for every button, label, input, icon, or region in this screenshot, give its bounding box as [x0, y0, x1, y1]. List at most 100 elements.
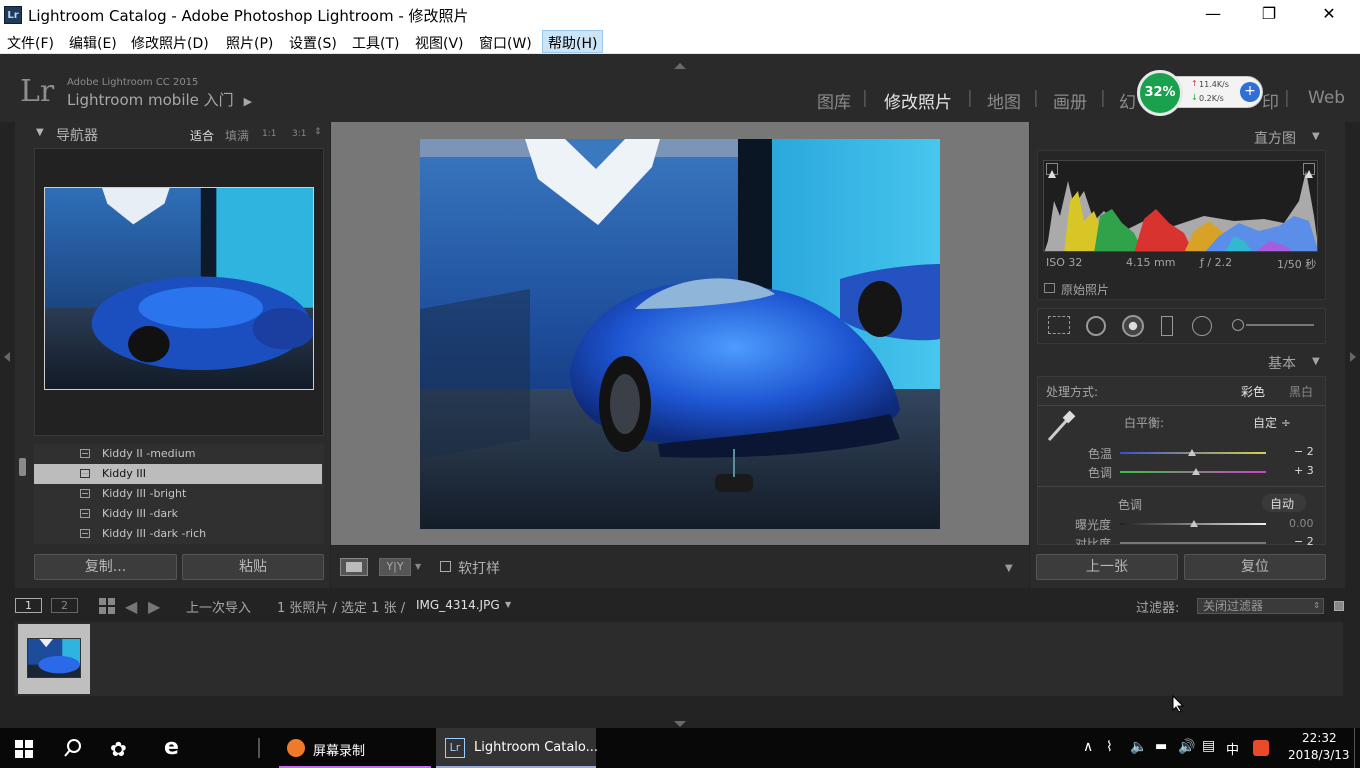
radial-filter-icon[interactable] [1192, 316, 1212, 336]
source-label[interactable]: 上一次导入 [186, 597, 251, 616]
eyedropper-icon[interactable] [1045, 410, 1077, 448]
plus-icon[interactable]: + [1240, 82, 1260, 102]
navigator-thumbnail[interactable] [44, 187, 314, 390]
histogram-graph[interactable] [1043, 160, 1318, 252]
red-eye-icon[interactable] [1122, 315, 1144, 337]
temp-slider-thumb[interactable] [1188, 449, 1196, 456]
top-panel-toggle-icon[interactable] [672, 56, 688, 69]
menu-photo[interactable]: 照片(P) [226, 33, 273, 53]
module-print[interactable]: 印 [1262, 88, 1279, 113]
contrast-value[interactable]: − 2 [1294, 535, 1314, 545]
preset-item[interactable]: Kiddy III -bright [34, 484, 322, 504]
mobile-getting-started[interactable]: Lightroom mobile 入门 ▶ [67, 89, 252, 110]
zoom-stepper-icon[interactable]: ⇕ [314, 127, 322, 137]
menu-develop[interactable]: 修改照片(D) [131, 33, 209, 53]
preset-item[interactable]: Kiddy III -dark -rich [34, 524, 322, 544]
menu-view[interactable]: 视图(V) [415, 33, 464, 53]
exposure-value[interactable]: 0.00 [1289, 517, 1314, 530]
taskbar-lightroom[interactable]: Lr Lightroom Catalo... [436, 728, 598, 768]
module-slideshow[interactable]: 幻 [1119, 88, 1136, 113]
forward-arrow-icon[interactable]: ▶ [148, 597, 160, 616]
filter-select[interactable]: 关闭过滤器 ⇕ [1197, 598, 1324, 614]
menu-window[interactable]: 窗口(W) [479, 33, 532, 53]
screen1-button[interactable]: 1 [15, 598, 42, 613]
exposure-slider-thumb[interactable] [1190, 520, 1198, 527]
menu-help[interactable]: 帮助(H) [542, 30, 604, 53]
module-map[interactable]: 地图 [987, 88, 1021, 113]
basic-collapse-icon[interactable]: ▼ [1312, 356, 1320, 367]
reset-button[interactable]: 复位 [1184, 554, 1326, 580]
filename-dropdown-icon[interactable]: ▼ [505, 600, 511, 609]
adjustment-brush-icon[interactable] [1232, 319, 1244, 331]
speaker-icon[interactable]: 🔊 [1178, 739, 1195, 755]
clock-date[interactable]: 2018/3/13 [1288, 748, 1350, 762]
volume-mute-icon[interactable]: 🔈 [1130, 739, 1147, 755]
softproof-checkbox[interactable] [440, 561, 451, 572]
ime-indicator[interactable]: 中 [1226, 739, 1239, 758]
toolbar-menu-icon[interactable]: ▼ [1005, 563, 1013, 574]
ie-browser-icon[interactable]: e [164, 735, 179, 760]
clock-time[interactable]: 22:32 [1302, 731, 1337, 745]
taskbar-screen-recorder[interactable]: 屏幕录制 [279, 728, 431, 768]
contrast-slider-track[interactable] [1120, 542, 1266, 544]
collapse-triangle-icon[interactable]: ▼ [36, 127, 44, 138]
spot-removal-icon[interactable] [1086, 316, 1106, 336]
grid-view-icon[interactable] [99, 598, 115, 614]
tray-expand-icon[interactable]: ∧ [1083, 739, 1093, 755]
left-panel-toggle-icon[interactable] [3, 348, 11, 367]
previous-settings-button[interactable]: 上一张 [1036, 554, 1178, 580]
network-icon[interactable]: ⌇ [1106, 739, 1113, 755]
notification-icon[interactable]: ▤ [1202, 738, 1215, 754]
view-dropdown-icon[interactable]: ▼ [415, 562, 421, 571]
battery-icon[interactable]: ▬ [1155, 739, 1167, 754]
preset-item[interactable]: Kiddy II -medium [34, 444, 322, 464]
treatment-bw[interactable]: 黑白 [1289, 383, 1313, 400]
menu-settings[interactable]: 设置(S) [289, 33, 337, 53]
main-photo[interactable] [420, 139, 940, 529]
highlight-clipping-icon[interactable] [1303, 163, 1315, 178]
before-after-icon[interactable]: Y|Y [379, 558, 411, 576]
navigator-header[interactable]: ▼ 导航器 适合 填满 1:1 3:1 ⇕ [30, 123, 325, 145]
preset-item-selected[interactable]: Kiddy III [34, 464, 322, 484]
menu-file[interactable]: 文件(F) [7, 33, 54, 53]
filter-lock-icon[interactable] [1334, 601, 1344, 611]
module-web[interactable]: Web [1308, 88, 1345, 108]
preset-item[interactable]: Kiddy III -dark [34, 504, 322, 524]
crop-tool-icon[interactable] [1048, 316, 1070, 334]
current-filename[interactable]: IMG_4314.JPG [416, 598, 500, 612]
windows-start-icon[interactable] [15, 740, 33, 762]
back-arrow-icon[interactable]: ◀ [125, 597, 137, 616]
zoom-3to1[interactable]: 3:1 [292, 129, 306, 139]
network-speed-widget[interactable]: 32% ↑ 11.4K/s ↓ 0.2K/s + [1137, 70, 1264, 116]
treatment-color[interactable]: 彩色 [1241, 383, 1265, 400]
sogou-ime-icon[interactable] [1253, 740, 1269, 756]
restore-button[interactable]: ❐ [1246, 0, 1292, 30]
minimize-button[interactable]: — [1190, 0, 1236, 30]
module-book[interactable]: 画册 [1053, 88, 1087, 113]
brush-slider-track[interactable] [1246, 324, 1314, 326]
original-photo-checkbox[interactable] [1044, 283, 1055, 293]
menu-edit[interactable]: 编辑(E) [69, 33, 117, 53]
histogram-collapse-icon[interactable]: ▼ [1312, 131, 1320, 142]
presets-scrollbar[interactable] [19, 458, 26, 476]
copy-settings-button[interactable]: 复制... [34, 554, 177, 580]
zoom-fit[interactable]: 适合 [190, 127, 214, 144]
shadow-clipping-icon[interactable] [1046, 163, 1058, 178]
show-desktop-button[interactable] [1354, 728, 1355, 768]
right-panel-toggle-icon[interactable] [1349, 348, 1357, 367]
graduated-filter-icon[interactable] [1161, 316, 1173, 336]
menu-tools[interactable]: 工具(T) [352, 33, 399, 53]
search-icon[interactable] [63, 738, 83, 762]
close-button[interactable]: ✕ [1306, 0, 1352, 30]
screen2-button[interactable]: 2 [51, 598, 78, 613]
loupe-view-icon[interactable] [340, 558, 368, 576]
temp-value[interactable]: − 2 [1294, 445, 1314, 458]
module-library[interactable]: 图库 [817, 88, 851, 113]
wb-select[interactable]: 自定 ÷ [1253, 414, 1291, 431]
filmstrip-thumbnail-cell[interactable] [18, 624, 90, 694]
tint-value[interactable]: + 3 [1294, 464, 1314, 477]
paste-settings-button[interactable]: 粘贴 [182, 554, 324, 580]
zoom-fill[interactable]: 填满 [225, 127, 249, 144]
module-develop[interactable]: 修改照片 [884, 88, 952, 113]
zoom-1to1[interactable]: 1:1 [262, 129, 276, 139]
